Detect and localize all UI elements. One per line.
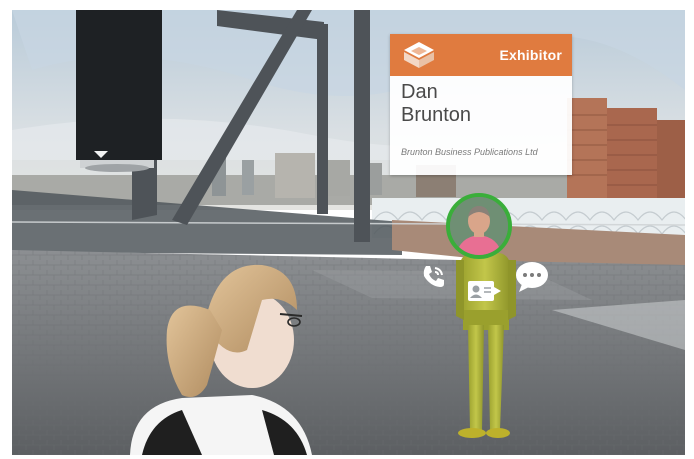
company-name: Brunton Business Publications Ltd — [401, 147, 538, 157]
business-card-icon[interactable] — [467, 278, 505, 304]
card-header: Exhibitor — [390, 34, 572, 76]
last-name: Brunton — [401, 104, 472, 126]
exhibitor-name: Dan Brunton — [401, 81, 566, 127]
exhibitor-card[interactable]: Exhibitor Dan Brunton Brunton Business P… — [390, 34, 572, 175]
exhibitor-photo-avatar[interactable] — [446, 193, 512, 259]
chat-bubble-icon[interactable] — [514, 260, 550, 294]
card-pointer — [94, 151, 108, 158]
user-photo-icon — [450, 197, 508, 255]
phone-call-icon[interactable] — [420, 262, 448, 290]
exhibitor-logo-icon — [404, 42, 434, 68]
role-label: Exhibitor — [499, 47, 562, 63]
first-name: Dan — [401, 81, 438, 103]
virtual-venue-viewport[interactable]: Exhibitor Dan Brunton Brunton Business P… — [12, 10, 685, 455]
rooftop-scene — [12, 10, 685, 455]
hanging-speaker — [76, 10, 162, 172]
